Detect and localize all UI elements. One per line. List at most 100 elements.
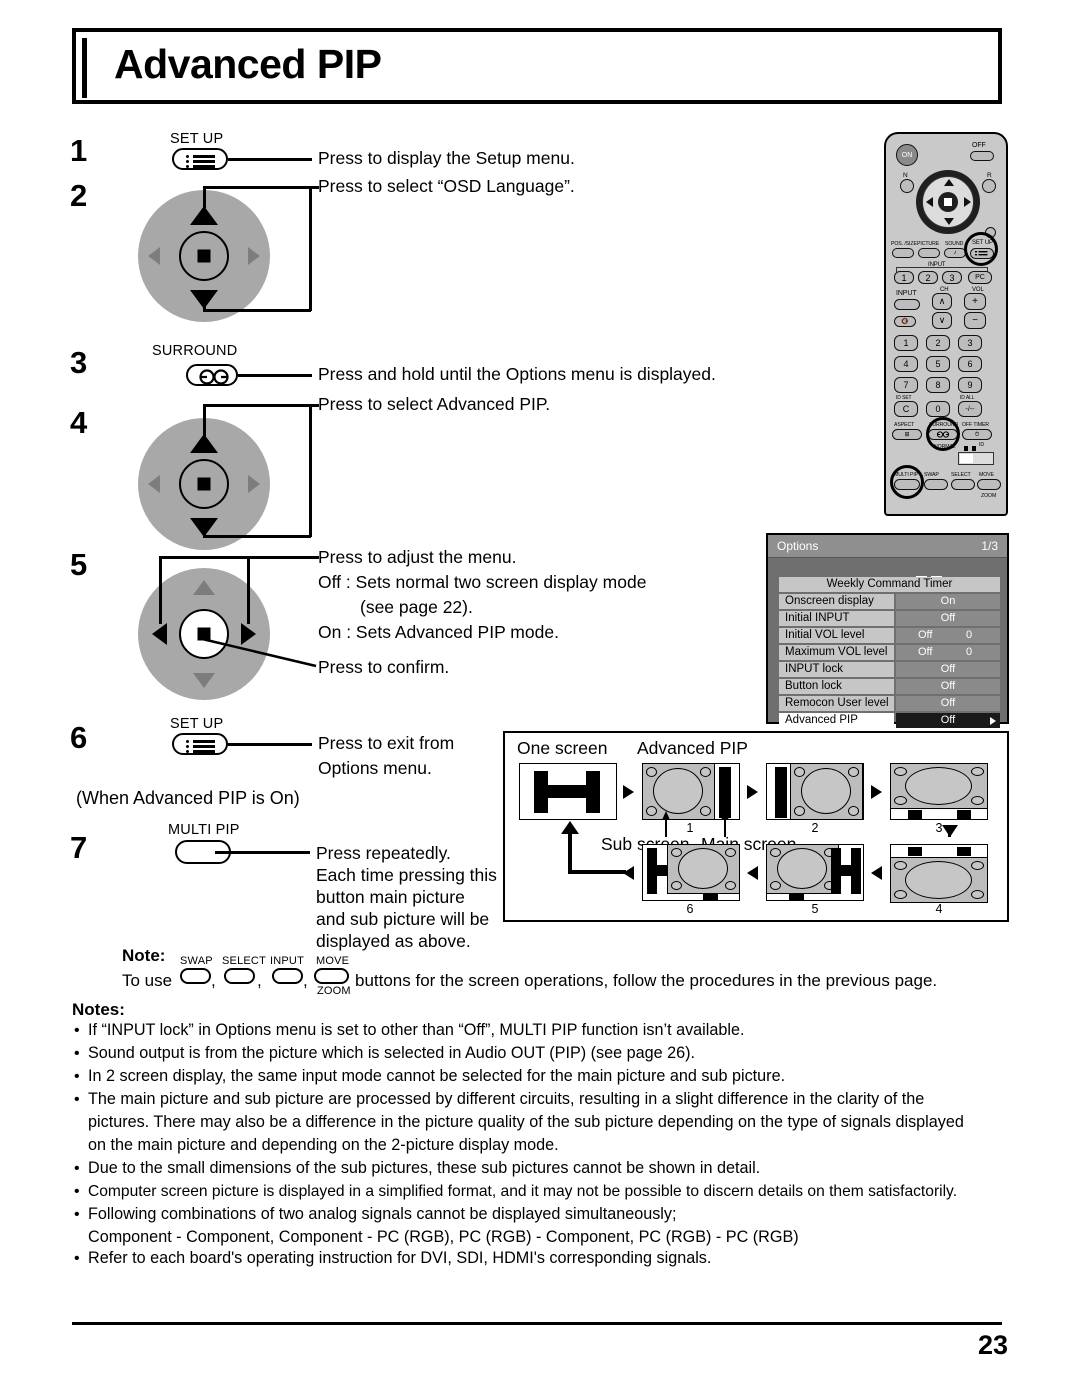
vol-up-button[interactable]: +	[964, 293, 986, 310]
highlight-setup-button	[964, 232, 998, 266]
keypad-7[interactable]: 7	[894, 377, 918, 393]
setup-button-step1[interactable]	[172, 148, 228, 170]
dpad-up-arrow-step4[interactable]	[190, 434, 218, 453]
setup-button-step6[interactable]	[172, 733, 228, 755]
step2-connector-right-v	[309, 186, 312, 311]
screen-5-bottom-bar	[789, 894, 804, 900]
keypad-8[interactable]: 8	[926, 377, 950, 393]
screen-number-6: 6	[686, 902, 694, 916]
input-3-button[interactable]: 3	[942, 271, 962, 284]
note-input-label: INPUT	[270, 955, 304, 967]
remote-dpad-left[interactable]	[926, 197, 933, 207]
screen-3-corner-oval-br	[971, 796, 984, 805]
keypad-1[interactable]: 1	[894, 335, 918, 351]
screen-4-corner-oval-bl	[894, 890, 907, 899]
screen-1-corner-oval-tr	[700, 767, 711, 777]
aspect-button[interactable]: ⊞	[892, 429, 922, 440]
select-button[interactable]	[951, 479, 975, 490]
osd-label-maximum-vol-level: Maximum VOL level	[779, 645, 894, 660]
step4-down-connector-h	[203, 535, 311, 538]
osd-row-remocon-user-level[interactable]: Remocon User level Off	[779, 696, 1000, 711]
osd-row-initial-vol-level[interactable]: Initial VOL level Off 0	[779, 628, 1000, 643]
arrow-one-to-1	[623, 785, 634, 799]
keypad-c[interactable]: C	[894, 401, 918, 417]
remote-dpad-down[interactable]	[944, 218, 954, 225]
power-off-button[interactable]	[970, 151, 994, 161]
loop-arrow-up	[561, 821, 579, 834]
osd-row-maximum-vol-level[interactable]: Maximum VOL level Off 0	[779, 645, 1000, 660]
move-button[interactable]	[977, 479, 1001, 490]
input-button[interactable]	[894, 299, 920, 310]
keypad-3[interactable]: 3	[958, 335, 982, 351]
keypad-0[interactable]: 0	[926, 401, 950, 417]
remote-dpad-up[interactable]	[944, 179, 954, 186]
note-select-button[interactable]	[224, 968, 255, 984]
mute-button[interactable]: 🔇	[894, 316, 916, 327]
page-number: 23	[977, 1330, 1008, 1360]
screen-6	[642, 844, 740, 901]
step-number-6: 6	[70, 720, 88, 755]
dpad-center-ring-step4[interactable]	[179, 459, 229, 509]
screen-2	[766, 763, 864, 820]
swap-button[interactable]	[924, 479, 948, 490]
dpad-left-arrow-step2	[148, 247, 160, 265]
osd-row-initial-input[interactable]: Initial INPUT Off	[779, 611, 1000, 626]
osd-value-button-lock: Off	[896, 679, 1000, 694]
osd-value-input-lock: Off	[896, 662, 1000, 677]
ch-down-button[interactable]: ∨	[932, 312, 952, 329]
keypad-4[interactable]: 4	[894, 356, 918, 372]
keypad-9[interactable]: 9	[958, 377, 982, 393]
screen-3-corner-oval-bl	[894, 796, 907, 805]
title-accent-bar	[82, 38, 87, 98]
input-1-button[interactable]: 1	[894, 271, 914, 284]
notes-item-4-line-2: pictures. There may also be a difference…	[88, 1113, 964, 1131]
osd-header: Options 1/3	[768, 535, 1007, 558]
screen-2-corner-oval-tl	[794, 767, 805, 777]
keypad-6[interactable]: 6	[958, 356, 982, 372]
osd-row-onscreen-display[interactable]: Onscreen display On	[779, 594, 1000, 609]
step5-description-2: Off : Sets normal two screen display mod…	[318, 572, 647, 592]
off-timer-button[interactable]: ⏱	[962, 429, 992, 440]
vol-down-button[interactable]: −	[964, 312, 986, 329]
keypad-5[interactable]: 5	[926, 356, 950, 372]
screen-6-bottom-bar	[703, 894, 718, 900]
step5-description-1: Press to adjust the menu.	[318, 547, 517, 567]
dpad-left-arrow-step5[interactable]	[152, 623, 167, 645]
osd-row-advanced-pip[interactable]: Advanced PIP Off	[779, 713, 1000, 728]
step3-description: Press and hold until the Options menu is…	[318, 364, 716, 384]
note-select-label: SELECT	[222, 955, 266, 967]
note-move-button[interactable]	[314, 968, 349, 984]
keypad-2[interactable]: 2	[926, 335, 950, 351]
remote-dpad-right[interactable]	[964, 197, 971, 207]
note-swap-button[interactable]	[180, 968, 211, 984]
picture-button[interactable]	[918, 248, 940, 258]
switch-tick-1	[964, 446, 968, 451]
aspect-label: ASPECT	[894, 422, 915, 428]
normal-id-switch[interactable]	[958, 452, 994, 465]
sound-button[interactable]: ♪	[944, 248, 966, 258]
dpad-up-arrow-step2[interactable]	[190, 206, 218, 225]
r-button[interactable]	[982, 179, 996, 193]
dpad-right-arrow-step4	[248, 475, 260, 493]
ch-up-button[interactable]: ∧	[932, 293, 952, 310]
osd-row-input-lock[interactable]: INPUT lock Off	[779, 662, 1000, 677]
page-title-box: Advanced PIP	[72, 28, 1002, 104]
screen-6-corner-oval-br	[725, 881, 736, 890]
notes-bullet-5: •	[74, 1160, 80, 1177]
osd-row-button-lock[interactable]: Button lock Off	[779, 679, 1000, 694]
notes-item-7-line-2: Component - Component, Component - PC (R…	[88, 1228, 799, 1246]
input-pc-button[interactable]: PC	[968, 271, 992, 284]
note-input-button[interactable]	[272, 968, 303, 984]
n-button[interactable]	[900, 179, 914, 193]
keypad-dash[interactable]: -/--	[958, 401, 982, 417]
step7-leader-line	[215, 851, 310, 854]
osd-row-weekly-command-timer[interactable]: Weekly Command Timer	[779, 577, 1000, 592]
dpad-center-ring-step2[interactable]	[179, 231, 229, 281]
step5-connector-h	[159, 556, 313, 559]
power-on-button[interactable]: ON	[896, 144, 918, 166]
screen-2-main-bar	[775, 767, 787, 818]
condition-line: (When Advanced PIP is On)	[76, 788, 300, 808]
surround-button-step3[interactable]	[186, 364, 238, 386]
pos-size-button[interactable]	[892, 248, 914, 258]
input-2-button[interactable]: 2	[918, 271, 938, 284]
